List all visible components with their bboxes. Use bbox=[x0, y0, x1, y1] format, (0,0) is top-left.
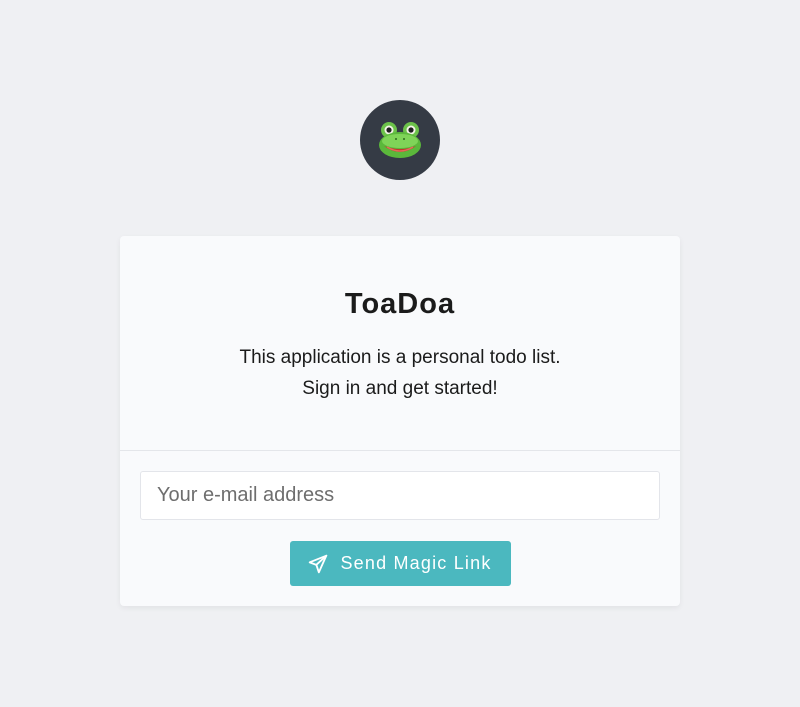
sign-in-form: Send Magic Link bbox=[120, 451, 680, 586]
send-magic-link-button[interactable]: Send Magic Link bbox=[289, 541, 511, 586]
description-line-2: Sign in and get started! bbox=[302, 378, 498, 399]
description-line-1: This application is a personal todo list… bbox=[239, 347, 561, 368]
sign-in-card: ToaDoa This application is a personal to… bbox=[120, 236, 680, 606]
send-magic-link-label: Send Magic Link bbox=[340, 553, 492, 573]
app-description: This application is a personal todo list… bbox=[120, 342, 680, 404]
email-input[interactable] bbox=[140, 471, 660, 520]
frog-face-icon bbox=[379, 122, 421, 158]
card-header: ToaDoa This application is a personal to… bbox=[120, 236, 680, 451]
app-title: ToaDoa bbox=[344, 288, 456, 320]
app-logo bbox=[360, 100, 440, 180]
paper-plane-icon bbox=[308, 554, 328, 574]
